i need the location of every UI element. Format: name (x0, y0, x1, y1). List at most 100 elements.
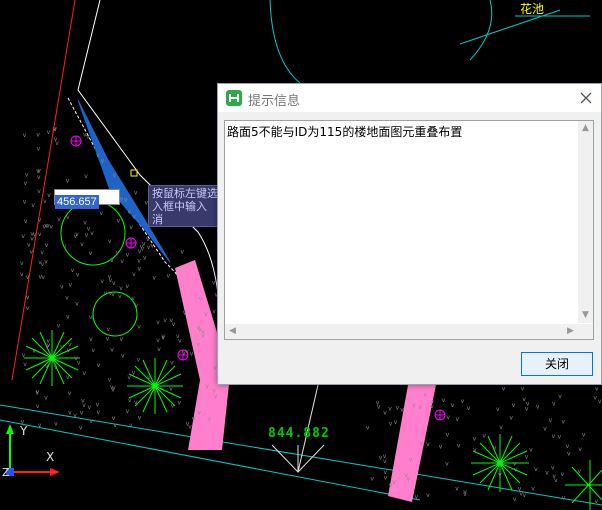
grass-mark: v (68, 410, 72, 417)
grass-mark: v (57, 216, 61, 223)
grass-mark: v (192, 416, 196, 423)
grass-mark: v (96, 152, 100, 159)
grass-mark: v (65, 295, 69, 302)
grass-mark: v (526, 400, 530, 407)
grass-mark: v (30, 231, 34, 238)
grass-mark: v (212, 279, 216, 286)
grass-mark: v (100, 278, 104, 285)
grass-mark: v (396, 404, 400, 411)
grass-mark: v (117, 218, 121, 225)
grass-mark: v (536, 403, 540, 410)
grass-mark: v (167, 273, 171, 280)
grass-mark: v (551, 465, 555, 472)
grass-mark: v (22, 352, 26, 359)
grass-mark: v (383, 458, 387, 465)
grass-mark: v (463, 491, 467, 498)
vertical-scrollbar[interactable]: ▲ ▼ (578, 121, 593, 323)
grass-mark: v (518, 486, 522, 493)
app-logo-icon (226, 90, 242, 106)
grass-mark: v (68, 390, 72, 397)
grass-mark: v (212, 308, 216, 315)
grass-mark: v (66, 374, 70, 381)
grass-mark: v (549, 417, 553, 424)
grass-mark: v (89, 336, 93, 343)
grass-mark: v (514, 467, 518, 474)
dynamic-input-field[interactable]: 456.657 (54, 189, 120, 209)
grass-mark: v (25, 171, 29, 178)
grass-mark: v (47, 129, 51, 136)
grass-mark: v (376, 399, 380, 406)
grass-mark: v (132, 370, 136, 377)
message-textarea[interactable]: 路面5不能与ID为115的楼地面图元重叠布置 ▲ ▼ ◀ ▶ (224, 120, 594, 340)
grass-mark: v (89, 418, 93, 425)
grass-mark: v (47, 192, 51, 199)
scroll-left-icon[interactable]: ◀ (225, 324, 240, 339)
grass-mark: v (420, 441, 424, 448)
grass-mark: v (502, 385, 506, 392)
grass-mark: v (83, 370, 87, 377)
grass-mark: v (45, 242, 49, 249)
grass-mark: v (451, 402, 455, 409)
horizontal-scrollbar[interactable]: ◀ ▶ (225, 324, 578, 339)
grass-mark: v (147, 244, 151, 251)
grass-mark: v (197, 342, 201, 349)
grass-mark: v (204, 311, 208, 318)
grass-mark: v (424, 392, 428, 399)
dialog-title: 提示信息 (248, 94, 301, 109)
grass-mark: v (97, 409, 101, 416)
grass-mark: v (26, 274, 30, 281)
grass-mark: v (512, 402, 516, 409)
dialog-titlebar[interactable]: 提示信息 (218, 84, 601, 112)
scroll-down-icon[interactable]: ▼ (578, 308, 593, 323)
grass-mark: v (100, 210, 104, 217)
grass-mark: v (129, 422, 133, 429)
grass-mark: v (366, 425, 370, 432)
grass-mark: v (595, 498, 599, 505)
grass-mark: v (79, 425, 83, 432)
grass-mark: v (558, 393, 562, 400)
grass-mark: v (134, 399, 138, 406)
grass-mark: v (97, 362, 101, 369)
grass-mark: v (171, 402, 175, 409)
grass-mark: v (566, 443, 570, 450)
grass-mark: v (598, 398, 602, 405)
grass-mark: v (183, 309, 187, 316)
grass-mark: v (23, 132, 27, 139)
grass-mark: v (37, 146, 41, 153)
grass-mark: v (112, 415, 116, 422)
grass-mark: v (131, 295, 135, 302)
grass-mark: v (112, 280, 116, 287)
grass-mark: v (170, 360, 174, 367)
selected-shape[interactable] (77, 99, 171, 263)
grass-mark: v (23, 361, 27, 368)
grass-mark: v (76, 272, 80, 279)
grass-mark: v (543, 425, 547, 432)
scroll-up-icon[interactable]: ▲ (578, 121, 593, 136)
grass-mark: v (66, 178, 70, 185)
grass-mark: v (54, 136, 58, 143)
grass-mark: v (392, 479, 396, 486)
grass-mark: v (138, 266, 142, 273)
grass-mark: v (101, 158, 105, 165)
grass-mark: v (110, 257, 114, 264)
grass-mark: v (129, 224, 133, 231)
grip-marker[interactable] (130, 169, 138, 177)
grass-mark: v (36, 403, 40, 410)
grass-mark: v (509, 414, 513, 421)
grass-mark: v (394, 419, 398, 426)
scroll-right-icon[interactable]: ▶ (563, 324, 578, 339)
grass-mark: v (143, 254, 147, 261)
grass-mark: v (178, 399, 182, 406)
close-button[interactable]: 关闭 (521, 352, 593, 376)
grass-mark: v (38, 217, 42, 224)
grass-mark: v (578, 468, 582, 475)
grass-mark: v (456, 416, 460, 423)
grass-mark: v (558, 434, 562, 441)
grass-mark: v (73, 412, 77, 419)
grass-mark: v (151, 242, 155, 249)
grass-mark: v (108, 377, 112, 384)
grass-mark: v (499, 424, 503, 431)
grass-mark: v (446, 431, 450, 438)
grass-mark: v (38, 231, 42, 238)
close-icon[interactable] (579, 90, 593, 104)
